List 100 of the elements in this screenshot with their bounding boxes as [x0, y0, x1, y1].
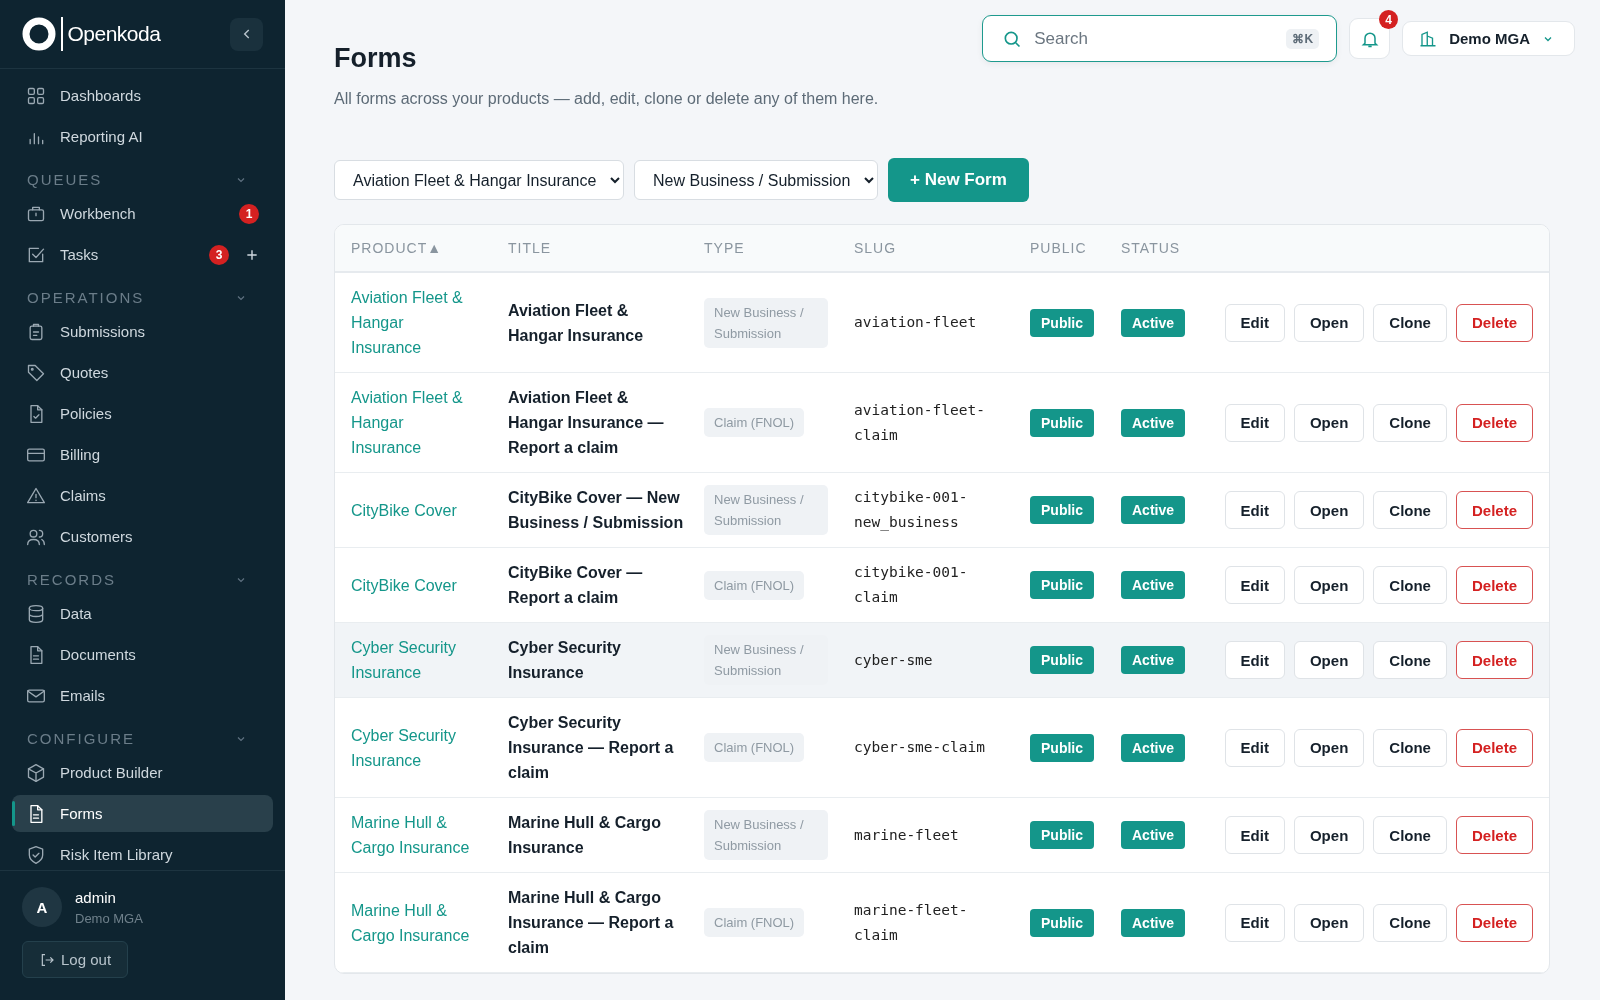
action-button[interactable]: Clone: [1373, 566, 1447, 604]
action-button[interactable]: Clone: [1373, 491, 1447, 529]
public-badge: Public: [1030, 821, 1094, 849]
shortcut-hint: ⌘K: [1286, 29, 1320, 49]
product-link[interactable]: Aviation Fleet & Hangar Insurance: [351, 385, 492, 460]
action-button[interactable]: Edit: [1224, 491, 1285, 529]
action-button[interactable]: Open: [1293, 728, 1365, 767]
delete-button[interactable]: Delete: [1455, 728, 1533, 767]
add-icon[interactable]: [245, 247, 259, 262]
delete-button[interactable]: Delete: [1455, 566, 1533, 604]
delete-button[interactable]: Delete: [1455, 903, 1533, 942]
slug-text: citybike-001-new_business: [854, 488, 969, 533]
delete-button[interactable]: Delete: [1455, 491, 1533, 529]
count-badge: 3: [209, 244, 229, 265]
nav-item[interactable]: Quotes: [12, 354, 273, 391]
action-button[interactable]: Edit: [1224, 641, 1285, 679]
action-button[interactable]: Clone: [1373, 816, 1447, 854]
nav-item[interactable]: Reporting AI: [12, 118, 273, 155]
cube-icon: [26, 762, 46, 783]
public-badge: Public: [1030, 733, 1094, 762]
action-button[interactable]: Clone: [1373, 728, 1447, 767]
product-link[interactable]: CityBike Cover: [351, 572, 479, 598]
delete-button[interactable]: Delete: [1455, 641, 1533, 679]
type-tag: New Business / Submission: [704, 485, 828, 535]
delete-button[interactable]: Delete: [1455, 303, 1533, 342]
public-badge: Public: [1030, 571, 1094, 599]
nav-item[interactable]: Policies: [12, 395, 273, 432]
status-badge: Active: [1121, 408, 1186, 437]
action-button[interactable]: Open: [1293, 903, 1365, 942]
action-button[interactable]: Edit: [1224, 403, 1285, 442]
type-tag: Claim (FNOL): [704, 908, 805, 937]
action-button[interactable]: Open: [1293, 403, 1365, 442]
public-badge: Public: [1030, 908, 1094, 937]
nav-item[interactable]: Emails: [12, 677, 273, 714]
logout-button[interactable]: Log out: [22, 941, 129, 978]
type-tag: Claim (FNOL): [704, 570, 805, 600]
nav-item[interactable]: Dashboards: [12, 77, 273, 114]
product-link[interactable]: Marine Hull & Cargo Insurance: [351, 810, 492, 860]
building-icon: [1419, 29, 1438, 48]
action-button[interactable]: Edit: [1224, 566, 1285, 604]
delete-button[interactable]: Delete: [1455, 816, 1533, 854]
product-link[interactable]: CityBike Cover: [351, 497, 479, 523]
user-organization: Demo MGA: [75, 910, 143, 926]
filter-dropdown[interactable]: Aviation Fleet & Hangar Insurance: [334, 160, 624, 200]
section-heading: QUEUES: [27, 171, 103, 188]
filter-dropdown[interactable]: New Business / Submission: [634, 160, 878, 200]
slug-text: marine-fleet: [854, 825, 959, 845]
action-button[interactable]: Open: [1293, 641, 1365, 679]
action-button[interactable]: Edit: [1224, 303, 1285, 342]
slug-text: marine-fleet-claim: [854, 900, 969, 945]
form-title: Cyber Security Insurance — Report a claim: [508, 713, 675, 783]
action-button[interactable]: Open: [1293, 816, 1365, 854]
action-button[interactable]: Clone: [1373, 403, 1447, 442]
nav-item[interactable]: Billing: [12, 436, 273, 473]
type-tag: New Business / Submission: [704, 297, 828, 348]
action-button[interactable]: Open: [1293, 566, 1365, 604]
status-badge: Active: [1121, 908, 1186, 937]
tag-icon: [26, 362, 46, 383]
status-badge: Active: [1121, 496, 1186, 524]
section-heading: OPERATIONS: [27, 289, 145, 306]
action-button[interactable]: Edit: [1224, 728, 1285, 767]
nav-item[interactable]: Data: [12, 595, 273, 632]
database-icon: [26, 603, 46, 624]
delete-button[interactable]: Delete: [1455, 403, 1533, 442]
nav-item[interactable]: Submissions: [12, 313, 273, 350]
public-badge: Public: [1030, 408, 1094, 437]
nav-item[interactable]: Documents: [12, 636, 273, 673]
status-badge: Active: [1121, 308, 1186, 337]
nav-item[interactable]: Customers: [12, 518, 273, 555]
action-button[interactable]: Edit: [1224, 816, 1285, 854]
action-button[interactable]: Clone: [1373, 903, 1447, 942]
public-badge: Public: [1030, 308, 1094, 337]
organization-switcher[interactable]: Demo MGA: [1402, 21, 1575, 56]
nav-item[interactable]: Tasks 3: [12, 236, 273, 273]
brand-name: Openkoda: [67, 22, 161, 46]
nav-item[interactable]: Workbench 1: [12, 195, 273, 232]
logo-icon: [22, 17, 56, 51]
action-button[interactable]: Clone: [1373, 641, 1447, 679]
public-badge: Public: [1030, 646, 1094, 674]
slug-text: aviation-fleet-claim: [854, 400, 986, 445]
section-heading: CONFIGURE: [27, 730, 135, 747]
nav-item[interactable]: Forms: [12, 795, 273, 832]
action-button[interactable]: Open: [1293, 303, 1365, 342]
nav-item[interactable]: Claims: [12, 477, 273, 514]
page-title: Forms: [334, 43, 418, 74]
section-heading: RECORDS: [27, 571, 116, 588]
product-link[interactable]: Aviation Fleet & Hangar Insurance: [351, 285, 492, 360]
new-form-button[interactable]: + New Form: [888, 158, 1029, 202]
type-tag: New Business / Submission: [704, 810, 828, 860]
nav-item[interactable]: Risk Item Library: [12, 836, 273, 870]
form-title: Marine Hull & Cargo Insurance — Report a claim: [508, 888, 675, 958]
nav-item[interactable]: Product Builder: [12, 754, 273, 791]
count-badge: 1: [239, 203, 259, 224]
action-button[interactable]: Open: [1293, 491, 1365, 529]
action-button[interactable]: Edit: [1224, 903, 1285, 942]
collapse-button[interactable]: [230, 17, 263, 51]
product-link[interactable]: Cyber Security Insurance: [351, 722, 492, 773]
product-link[interactable]: Marine Hull & Cargo Insurance: [351, 897, 492, 948]
action-button[interactable]: Clone: [1373, 303, 1447, 342]
warning-icon: [26, 485, 46, 506]
